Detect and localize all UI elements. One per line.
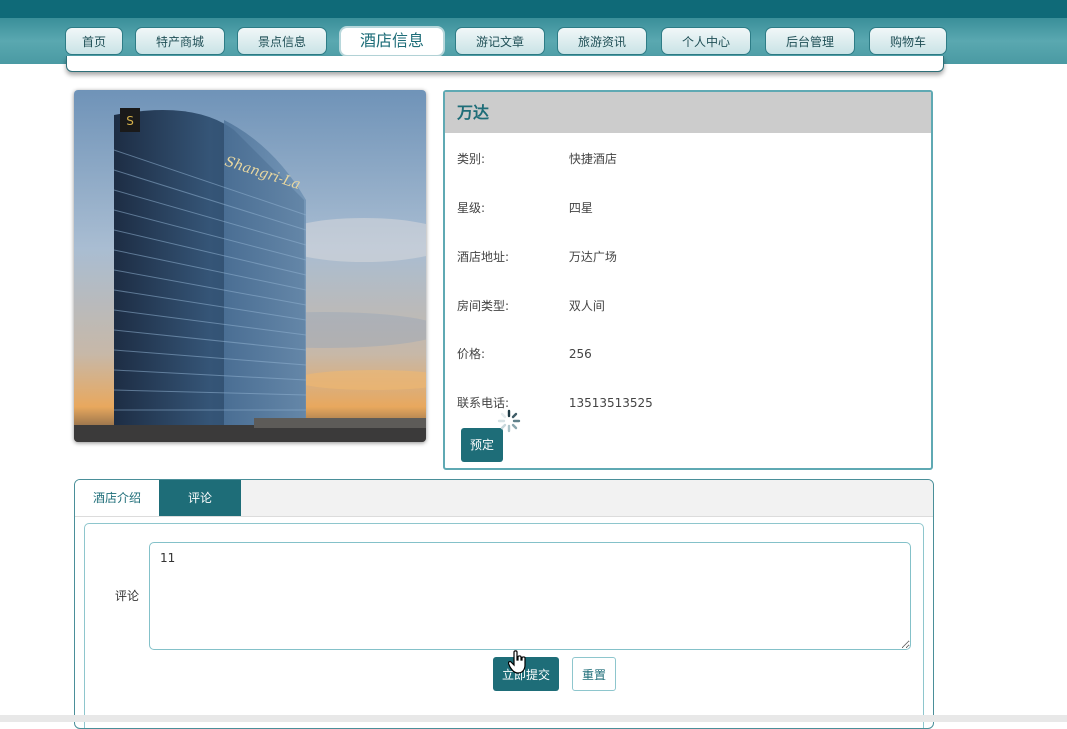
hotel-name: 万达: [445, 92, 931, 133]
nav-user-center[interactable]: 个人中心: [661, 27, 751, 55]
svg-text:S: S: [126, 114, 134, 128]
field-label: 价格:: [457, 347, 486, 361]
bottom-edge: [0, 715, 1067, 722]
tab-hotel-intro[interactable]: 酒店介绍: [75, 480, 159, 516]
field-label: 星级:: [457, 201, 486, 215]
field-phone: 联系电话: 13513513525: [457, 394, 653, 411]
field-value: 万达广场: [568, 250, 617, 264]
hotel-photo: S Shangri-La: [74, 90, 426, 442]
book-button[interactable]: 预定: [461, 428, 503, 462]
field-label: 类别:: [457, 152, 486, 166]
hotel-info-panel: 万达 类别: 快捷酒店 星级: 四星 酒店地址: 万达广场 房间类型: 双人间 …: [443, 90, 933, 470]
nav-hotel-info[interactable]: 酒店信息: [339, 26, 445, 57]
nav-travel-news[interactable]: 旅游资讯: [557, 27, 647, 55]
comment-form: 评论 11 立即提交 重置: [84, 523, 924, 728]
top-strip: [0, 0, 1067, 18]
nav-home[interactable]: 首页: [65, 27, 123, 55]
nav-travel-articles[interactable]: 游记文章: [455, 27, 545, 55]
nav-shopping-cart[interactable]: 购物车: [869, 27, 947, 55]
nav-attractions[interactable]: 景点信息: [237, 27, 327, 55]
nav-admin[interactable]: 后台管理: [765, 27, 855, 55]
tab-comments[interactable]: 评论: [159, 480, 241, 516]
reset-button[interactable]: 重置: [572, 657, 616, 691]
comment-label: 评论: [115, 589, 140, 603]
field-price: 价格: 256: [457, 345, 592, 362]
field-category: 类别: 快捷酒店: [457, 150, 617, 167]
field-value: 四星: [568, 201, 593, 215]
field-value: 13513513525: [568, 396, 653, 410]
hotel-building-illustration: S Shangri-La: [74, 90, 426, 442]
nav-specialty-mall[interactable]: 特产商城: [135, 27, 225, 55]
field-star-rating: 星级: 四星: [457, 199, 593, 216]
field-address: 酒店地址: 万达广场: [457, 248, 617, 265]
collapsed-panel-edge: [66, 56, 944, 72]
loading-spinner-icon: [497, 409, 521, 433]
comment-textarea[interactable]: 11: [149, 542, 911, 650]
hand-cursor-icon: [508, 650, 526, 674]
field-room-type: 房间类型: 双人间: [457, 297, 605, 314]
field-label: 酒店地址:: [457, 250, 510, 264]
tab-bar: 酒店介绍 评论: [75, 480, 933, 517]
field-value: 快捷酒店: [568, 152, 617, 166]
tabs-panel: 酒店介绍 评论 评论 11 立即提交 重置: [74, 479, 934, 729]
field-value: 256: [568, 347, 592, 361]
field-label: 房间类型:: [457, 299, 510, 313]
field-value: 双人间: [568, 299, 605, 313]
